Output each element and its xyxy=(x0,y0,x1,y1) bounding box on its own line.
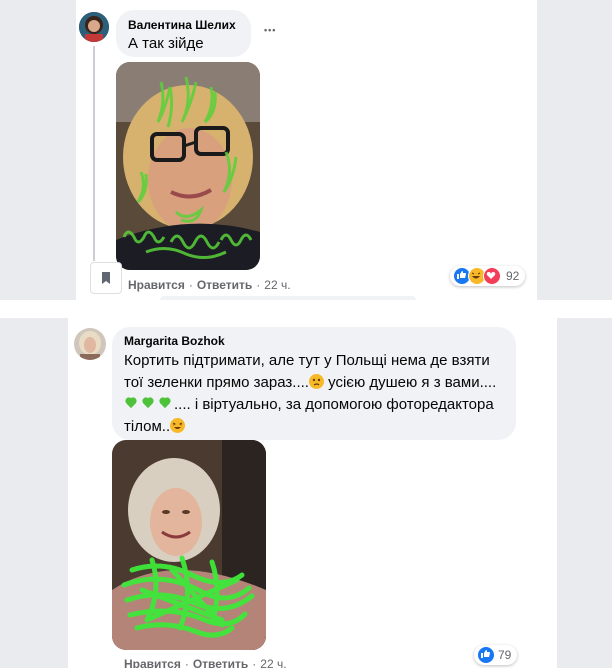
timestamp[interactable]: 22 ч. xyxy=(264,278,290,292)
screenshot-divider xyxy=(0,300,612,318)
comment-author[interactable]: Margarita Bozhok xyxy=(124,334,225,348)
green-heart-icon xyxy=(126,398,137,409)
right-gutter-lower xyxy=(557,318,612,668)
separator: · xyxy=(256,278,261,292)
avatar[interactable] xyxy=(79,12,109,42)
avatar[interactable] xyxy=(74,328,106,360)
comment-photo[interactable] xyxy=(116,62,260,270)
like-icon xyxy=(477,646,495,664)
green-heart-icon xyxy=(143,398,154,409)
comment-panel-1: Валентина Шелих А так зійде ••• Нравится… xyxy=(76,0,537,300)
timestamp[interactable]: 22 ч. xyxy=(260,657,286,668)
comment-photo[interactable] xyxy=(112,440,266,650)
comment-author[interactable]: Валентина Шелих xyxy=(128,18,236,32)
comment-text-line-4: .... і віртуально, за допомогою фотореда… xyxy=(124,394,494,416)
comment-text-line-5: тілом.. xyxy=(124,416,186,438)
reactions-summary[interactable]: 92 xyxy=(450,266,526,286)
green-heart-icon xyxy=(160,398,171,409)
sticker-icon[interactable] xyxy=(90,262,122,294)
comment-panel-2: Margarita Bozhok Кортить підтримати, але… xyxy=(68,318,557,668)
text-segment: тої зеленки прямо зараз.... xyxy=(124,374,309,391)
like-link[interactable]: Нравится xyxy=(124,657,181,668)
like-link[interactable]: Нравится xyxy=(128,278,185,292)
separator: · xyxy=(184,657,189,668)
separator: · xyxy=(188,278,193,292)
left-gutter xyxy=(0,0,76,668)
laughing-emoji-icon xyxy=(170,418,186,433)
separator: · xyxy=(252,657,257,668)
text-segment: усією душею я з вами.... xyxy=(323,374,497,391)
thread-line xyxy=(93,46,95,261)
comment-actions: Нравится · Ответить · 22 ч. xyxy=(124,657,287,668)
reaction-count: 79 xyxy=(498,648,512,662)
comment-text: А так зійде xyxy=(128,35,204,52)
comment-actions: Нравится · Ответить · 22 ч. xyxy=(128,278,291,292)
reaction-count: 92 xyxy=(506,269,520,283)
text-segment: .... і віртуально, за допомогою фотореда… xyxy=(174,396,494,413)
text-segment: тілом.. xyxy=(124,418,171,435)
reactions-summary[interactable]: 79 xyxy=(474,645,518,665)
more-options-icon[interactable]: ••• xyxy=(264,25,276,35)
reply-link[interactable]: Ответить xyxy=(193,657,248,668)
comment-text-line-2: тої зеленки прямо зараз.... усією душею … xyxy=(124,372,496,394)
right-gutter xyxy=(537,0,612,300)
confused-emoji-icon xyxy=(308,374,324,389)
reply-link[interactable]: Ответить xyxy=(197,278,252,292)
love-icon xyxy=(483,267,501,285)
next-comment-edge xyxy=(160,296,416,300)
comment-text-line-1: Кортить підтримати, але тут у Польщі нем… xyxy=(124,352,490,369)
